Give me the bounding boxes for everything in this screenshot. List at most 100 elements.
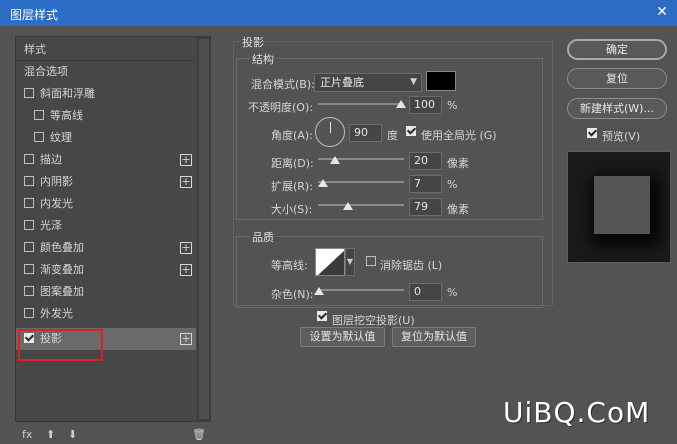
spread-slider[interactable] xyxy=(318,181,404,183)
satin-checkbox[interactable] xyxy=(24,220,34,230)
shadow-color-swatch[interactable] xyxy=(426,71,456,91)
preview-swatch xyxy=(594,176,650,234)
chevron-down-icon: ▼ xyxy=(410,77,417,87)
move-down-icon[interactable]: ⬇ xyxy=(68,428,77,441)
layer-knocks-out-checkbox[interactable] xyxy=(317,311,327,321)
angle-unit: 度 xyxy=(387,129,398,142)
style-list-item-outer-glow[interactable]: 外发光 xyxy=(16,303,196,325)
scrollbar-thumb[interactable] xyxy=(199,39,209,419)
structure-title: 结构 xyxy=(250,51,276,67)
style-list-label: 斜面和浮雕 xyxy=(40,87,95,100)
style-list-item-color-overlay[interactable]: 颜色叠加 + xyxy=(16,237,196,259)
contour-preview[interactable] xyxy=(315,248,345,276)
style-list-item-gradient-overlay[interactable]: 渐变叠加 + xyxy=(16,259,196,281)
spread-input[interactable]: 7 xyxy=(409,175,442,193)
close-icon[interactable]: ✕ xyxy=(653,3,671,21)
dialog-titlebar: 图层样式 ✕ xyxy=(0,0,677,26)
distance-unit: 像素 xyxy=(447,157,469,170)
quality-title: 品质 xyxy=(250,229,276,245)
contour-checkbox[interactable] xyxy=(34,110,44,120)
size-slider-thumb[interactable] xyxy=(343,202,353,210)
style-list-label: 样式 xyxy=(24,43,46,56)
size-input[interactable]: 79 xyxy=(409,198,442,216)
spread-slider-thumb[interactable] xyxy=(318,179,328,187)
selection-highlight-annotation xyxy=(18,329,103,361)
contour-dropdown-chevron-icon[interactable]: ▼ xyxy=(345,248,355,276)
spread-unit: % xyxy=(447,178,458,191)
contour-label: 等高线: xyxy=(271,259,308,272)
dialog-title: 图层样式 xyxy=(10,8,59,22)
style-list-panel: 样式 混合选项 斜面和浮雕 等高线 纹理 描边 + 内阴影 + 内发光 光泽 颜… xyxy=(15,36,211,422)
layer-knocks-out-label: 图层挖空投影(U) xyxy=(332,314,415,327)
style-list-label: 颜色叠加 xyxy=(40,241,84,254)
outer-glow-checkbox[interactable] xyxy=(24,308,34,318)
add-stroke-icon[interactable]: + xyxy=(180,154,192,166)
bevel-emboss-checkbox[interactable] xyxy=(24,88,34,98)
style-list-label: 描边 xyxy=(40,153,62,166)
reset-default-button[interactable]: 复位为默认值 xyxy=(392,327,476,347)
ok-button[interactable]: 确定 xyxy=(567,39,667,60)
new-style-button[interactable]: 新建样式(W)... xyxy=(567,98,667,119)
noise-label: 杂色(N): xyxy=(271,288,314,301)
style-list-item-satin[interactable]: 光泽 xyxy=(16,215,196,237)
add-inner-shadow-icon[interactable]: + xyxy=(180,176,192,188)
style-list-item-contour[interactable]: 等高线 xyxy=(16,105,196,127)
blend-mode-value: 正片叠底 xyxy=(320,76,364,89)
style-list-label: 图案叠加 xyxy=(40,285,84,298)
inner-glow-checkbox[interactable] xyxy=(24,198,34,208)
inner-shadow-checkbox[interactable] xyxy=(24,176,34,186)
add-drop-shadow-icon[interactable]: + xyxy=(180,333,192,345)
style-preview-thumbnail xyxy=(567,151,671,263)
style-list-item-pattern-overlay[interactable]: 图案叠加 xyxy=(16,281,196,303)
style-list-item-stroke[interactable]: 描边 + xyxy=(16,149,196,171)
trash-icon[interactable]: 🗑 xyxy=(192,428,206,441)
make-default-button[interactable]: 设置为默认值 xyxy=(300,327,385,347)
pattern-overlay-checkbox[interactable] xyxy=(24,286,34,296)
color-overlay-checkbox[interactable] xyxy=(24,242,34,252)
distance-slider-thumb[interactable] xyxy=(330,156,340,164)
style-list-item-bevel-emboss[interactable]: 斜面和浮雕 xyxy=(16,83,196,105)
opacity-slider[interactable] xyxy=(318,103,404,105)
size-slider[interactable] xyxy=(318,204,404,206)
style-list-scrollbar[interactable] xyxy=(197,37,211,421)
fx-icon[interactable]: fx xyxy=(22,428,32,441)
texture-checkbox[interactable] xyxy=(34,132,44,142)
style-list-item-blending-options[interactable]: 混合选项 xyxy=(16,61,196,83)
opacity-label: 不透明度(O): xyxy=(248,101,313,114)
style-list-item-inner-shadow[interactable]: 内阴影 + xyxy=(16,171,196,193)
stroke-checkbox[interactable] xyxy=(24,154,34,164)
style-list-label: 等高线 xyxy=(50,109,83,122)
opacity-slider-thumb[interactable] xyxy=(396,100,406,108)
blend-mode-select[interactable]: 正片叠底 ▼ xyxy=(314,73,422,92)
angle-input[interactable]: 90 xyxy=(349,124,382,142)
noise-slider[interactable] xyxy=(318,289,404,291)
use-global-light-checkbox[interactable] xyxy=(406,126,416,136)
anti-aliased-label: 消除锯齿 (L) xyxy=(380,259,443,272)
size-unit: 像素 xyxy=(447,203,469,216)
style-list-item-styles[interactable]: 样式 xyxy=(16,39,196,61)
style-list-label: 内发光 xyxy=(40,197,73,210)
noise-slider-thumb[interactable] xyxy=(314,287,324,295)
angle-dial[interactable] xyxy=(315,117,345,147)
preview-checkbox[interactable] xyxy=(587,128,597,138)
move-up-icon[interactable]: ⬆ xyxy=(46,428,55,441)
drop-shadow-section-title: 投影 xyxy=(240,34,266,50)
noise-unit: % xyxy=(447,286,458,299)
opacity-input[interactable]: 100 xyxy=(409,96,442,114)
gradient-overlay-checkbox[interactable] xyxy=(24,264,34,274)
style-list-label: 纹理 xyxy=(50,131,72,144)
style-list-label: 外发光 xyxy=(40,307,73,320)
style-list-label: 混合选项 xyxy=(24,65,68,78)
size-label: 大小(S): xyxy=(271,203,313,216)
style-list-item-texture[interactable]: 纹理 xyxy=(16,127,196,149)
noise-input[interactable]: 0 xyxy=(409,283,442,301)
add-gradient-overlay-icon[interactable]: + xyxy=(180,264,192,276)
distance-input[interactable]: 20 xyxy=(409,152,442,170)
use-global-light-label: 使用全局光 (G) xyxy=(421,129,497,142)
style-list-item-inner-glow[interactable]: 内发光 xyxy=(16,193,196,215)
anti-aliased-checkbox[interactable] xyxy=(366,256,376,266)
angle-label: 角度(A): xyxy=(271,129,313,142)
add-color-overlay-icon[interactable]: + xyxy=(180,242,192,254)
reset-button[interactable]: 复位 xyxy=(567,68,667,89)
blend-mode-label: 混合模式(B): xyxy=(251,78,315,91)
